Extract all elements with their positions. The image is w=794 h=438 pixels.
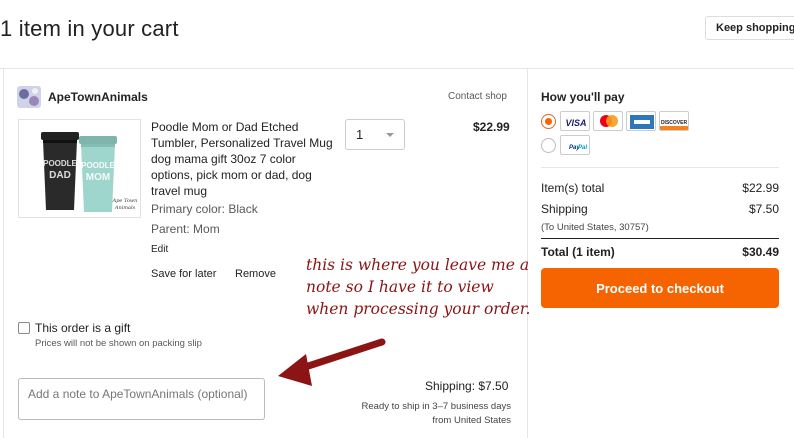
product-image[interactable]: POODLE DAD POODLE MOM Ape Town Animals: [18, 119, 141, 218]
svg-text:Pal: Pal: [578, 145, 587, 151]
product-title-link[interactable]: Poodle Mom or Dad Etched Tumbler, Person…: [151, 119, 336, 199]
keep-shopping-button[interactable]: Keep shopping: [705, 16, 794, 40]
variation-parent: Parent: Mom: [151, 222, 220, 236]
shipping-value: $7.50: [748, 202, 779, 216]
shipping-label: Shipping: [541, 202, 588, 216]
amex-icon: [626, 111, 656, 131]
total-label: Total (1 item): [541, 245, 615, 259]
items-total-value: $22.99: [742, 181, 779, 195]
shipping-destination[interactable]: (To United States, 30757): [541, 222, 649, 233]
contact-shop-link[interactable]: Contact shop: [448, 91, 507, 102]
svg-text:MOM: MOM: [86, 172, 110, 183]
annotation-note: this is where you leave me a note so I h…: [306, 256, 531, 318]
svg-text:POODLE: POODLE: [81, 161, 115, 170]
shop-name-link[interactable]: ApeTownAnimals: [48, 90, 148, 104]
discover-icon: DISCOVER: [659, 111, 689, 131]
shipping-time: Ready to ship in 3–7 business days from …: [351, 400, 511, 428]
variation-color: Primary color: Black: [151, 202, 258, 216]
quantity-select[interactable]: 1: [345, 119, 405, 150]
tumbler-text-dad: POODLE: [43, 159, 77, 168]
chevron-down-icon: [386, 133, 394, 137]
page-title: 1 item in your cart: [0, 16, 179, 41]
proceed-to-checkout-button[interactable]: Proceed to checkout: [541, 268, 779, 308]
total-value: $30.49: [742, 245, 779, 259]
svg-text:VISA: VISA: [565, 118, 586, 128]
gift-checkbox[interactable]: [18, 322, 30, 334]
edit-variations-link[interactable]: Edit: [151, 244, 168, 255]
note-to-seller-field[interactable]: [18, 378, 265, 420]
svg-text:Animals: Animals: [114, 205, 136, 211]
gift-note: Prices will not be shown on packing slip: [35, 338, 202, 349]
svg-text:DAD: DAD: [49, 170, 71, 181]
svg-text:Ape Town: Ape Town: [112, 198, 138, 204]
item-price: $22.99: [473, 120, 510, 134]
payment-radio-paypal[interactable]: [541, 138, 556, 153]
paypal-icon: Pay Pal: [560, 135, 590, 155]
annotation-arrow-icon: [278, 338, 386, 386]
shop-logo[interactable]: [17, 86, 41, 108]
gift-label[interactable]: This order is a gift: [35, 321, 130, 335]
shipping-origin-line: from United States: [432, 415, 511, 426]
payment-radio-cards[interactable]: [541, 114, 556, 129]
mastercard-icon: [593, 111, 623, 131]
shipping-time-line: Ready to ship in 3–7 business days: [361, 401, 511, 412]
remove-item-link[interactable]: Remove: [235, 268, 276, 280]
visa-icon: VISA: [560, 111, 590, 131]
payment-title: How you'll pay: [541, 90, 625, 104]
summary-divider: [541, 238, 779, 239]
svg-text:DISCOVER: DISCOVER: [661, 120, 688, 126]
items-total-label: Item(s) total: [541, 181, 605, 195]
summary-divider-top: [541, 167, 779, 168]
save-for-later-link[interactable]: Save for later: [151, 268, 216, 280]
item-shipping-cost: Shipping: $7.50: [425, 379, 509, 393]
quantity-value: 1: [356, 127, 364, 142]
